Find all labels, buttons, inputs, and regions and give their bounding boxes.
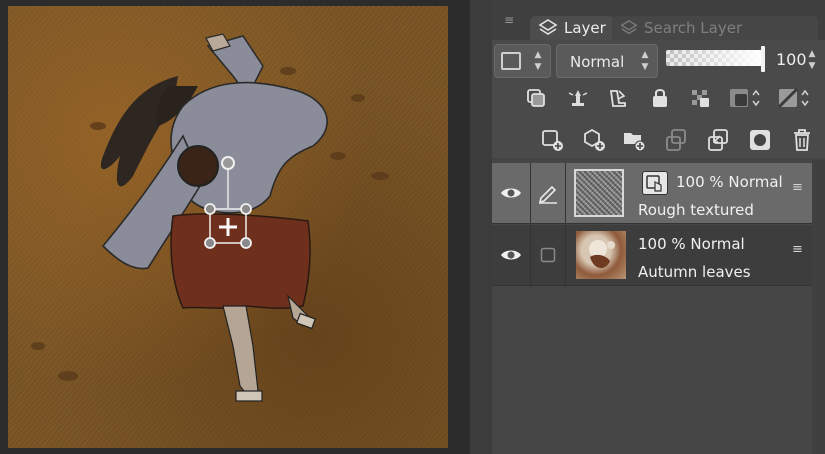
new-raster-layer-icon bbox=[542, 130, 563, 151]
panel-tabbar: ≡ Layer Search Layer bbox=[492, 0, 825, 40]
mask-display-select[interactable] bbox=[728, 84, 764, 112]
search-layer-icon bbox=[620, 19, 638, 35]
color-swatch bbox=[501, 52, 521, 70]
lock-button[interactable] bbox=[646, 84, 674, 112]
tab-search-layer-label: Search Layer bbox=[644, 19, 743, 37]
new-raster-layer-button[interactable] bbox=[538, 126, 566, 154]
visibility-toggle[interactable] bbox=[492, 225, 531, 285]
create-mask-button[interactable] bbox=[746, 126, 774, 154]
eye-icon bbox=[501, 188, 521, 198]
opacity-stepper[interactable]: ▲ ▼ bbox=[805, 48, 819, 72]
blend-mode-select[interactable]: Normal ▲ ▼ bbox=[556, 44, 658, 78]
tab-search-layer[interactable]: Search Layer bbox=[612, 16, 818, 40]
layer-list-scrollbar[interactable] bbox=[812, 160, 825, 454]
emblem bbox=[177, 145, 219, 187]
layer-meta: 100 % Normal bbox=[676, 173, 783, 191]
layer-meta: 100 % Normal bbox=[638, 235, 745, 253]
blend-mode-value: Normal bbox=[570, 53, 625, 71]
draft-layer-icon bbox=[609, 90, 626, 107]
transfer-below-button[interactable] bbox=[662, 126, 690, 154]
opacity-slider[interactable] bbox=[666, 50, 762, 66]
transfer-below-icon bbox=[666, 129, 686, 151]
merge-below-button[interactable] bbox=[704, 126, 732, 154]
layer-row-menu-icon[interactable]: ≡ bbox=[792, 243, 804, 256]
layer-name: Autumn leaves bbox=[638, 263, 751, 281]
editing-target-toggle[interactable] bbox=[531, 163, 566, 223]
mask-display-icon bbox=[730, 89, 760, 107]
illustration bbox=[31, 33, 389, 402]
layer-row-menu-icon[interactable]: ≡ bbox=[792, 181, 804, 194]
lock-icon bbox=[653, 89, 667, 107]
pen-icon bbox=[538, 185, 557, 204]
panel-menu-grip[interactable]: ≡ bbox=[504, 14, 514, 26]
reference-layer-icon bbox=[568, 90, 588, 106]
layers-icon bbox=[538, 19, 558, 35]
delete-layer-icon bbox=[794, 129, 810, 151]
draft-layer-button[interactable] bbox=[604, 84, 632, 112]
layer-panel: ≡ Layer Search Layer ▲▼ Normal ▲▼ 100 bbox=[492, 0, 825, 454]
canvas-area bbox=[0, 0, 470, 454]
opacity-value[interactable]: 100 bbox=[776, 50, 807, 69]
layer-controls: ▲ ▼ Normal ▲ ▼ 100 ▲ ▼ bbox=[492, 40, 825, 158]
layer-name: Rough textured bbox=[638, 201, 754, 219]
clipping-icon bbox=[527, 89, 545, 107]
layer-type-icon bbox=[642, 171, 668, 195]
layer-row-autumn-leaves[interactable]: 100 % Normal Autumn leaves ≡ bbox=[492, 225, 812, 286]
editing-target-toggle[interactable] bbox=[531, 225, 566, 285]
checkbox-icon bbox=[540, 247, 556, 263]
reference-layer-button[interactable] bbox=[564, 84, 592, 112]
pants bbox=[170, 213, 311, 310]
create-mask-icon bbox=[750, 130, 770, 150]
lock-transparent-button[interactable] bbox=[686, 84, 714, 112]
mask-range-icon bbox=[778, 87, 809, 109]
layer-row-rough-textured[interactable]: 100 % Normal Rough textured ≡ bbox=[492, 163, 812, 224]
layer-list: 100 % Normal Rough textured ≡ 100 % Norm… bbox=[492, 160, 825, 454]
new-vector-layer-icon bbox=[584, 128, 605, 151]
updown-icon: ▲ ▼ bbox=[641, 50, 649, 72]
tab-layer-label: Layer bbox=[564, 19, 606, 37]
opacity-slider-knob[interactable] bbox=[761, 46, 765, 72]
merge-below-icon bbox=[708, 129, 728, 151]
tab-layer[interactable]: Layer bbox=[530, 16, 614, 40]
mask-range-select[interactable] bbox=[777, 84, 813, 112]
layer-thumbnail bbox=[576, 231, 626, 279]
drawing-canvas[interactable] bbox=[8, 6, 448, 448]
new-vector-layer-button[interactable] bbox=[580, 126, 608, 154]
eye-icon bbox=[501, 250, 521, 260]
delete-layer-button[interactable] bbox=[788, 126, 816, 154]
clipping-button[interactable] bbox=[522, 84, 550, 112]
panel-splitter[interactable] bbox=[470, 0, 493, 454]
expression-color-select[interactable]: ▲ ▼ bbox=[494, 44, 551, 78]
updown-icon: ▲ ▼ bbox=[534, 50, 542, 72]
new-folder-icon bbox=[624, 133, 646, 152]
lock-transparent-icon bbox=[692, 90, 709, 107]
new-folder-button[interactable] bbox=[620, 126, 648, 154]
layer-thumbnail bbox=[574, 169, 624, 217]
visibility-toggle[interactable] bbox=[492, 163, 531, 223]
